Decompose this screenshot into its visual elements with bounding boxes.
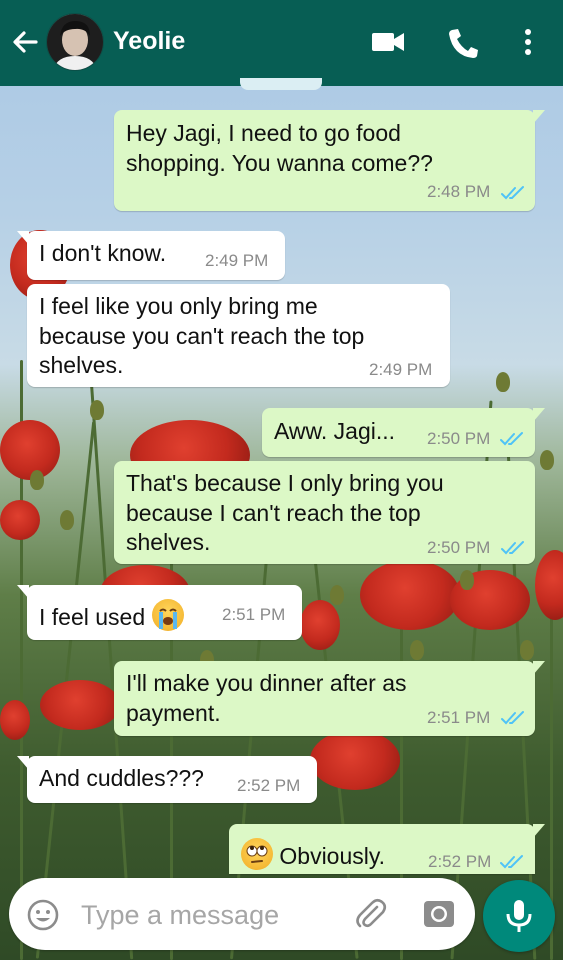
- message-bubble-incoming[interactable]: I feel used 2:51 PM: [17, 585, 302, 640]
- voice-call-button[interactable]: [443, 24, 483, 60]
- message-bubble-incoming[interactable]: I feel like you only bring me because yo…: [27, 284, 450, 387]
- message-composer: [9, 878, 475, 950]
- message-time: 2:52 PM: [428, 852, 492, 871]
- message-time: 2:49 PM: [205, 251, 269, 270]
- back-button[interactable]: [8, 22, 42, 62]
- message-text-line: And cuddles???: [39, 765, 204, 791]
- date-divider: [240, 78, 322, 90]
- voice-record-button[interactable]: [483, 880, 555, 952]
- message-time: 2:49 PM: [369, 360, 433, 379]
- message-time: 2:51 PM: [222, 605, 286, 624]
- message-bubble-outgoing[interactable]: Aww. Jagi... 2:50 PM: [262, 408, 545, 457]
- message-text-line: Aww. Jagi...: [274, 418, 396, 444]
- crying-face-emoji-icon: [151, 599, 184, 631]
- message-text-line: shelves.: [39, 352, 124, 378]
- message-time: 2:51 PM: [427, 708, 491, 727]
- message-text-line: shopping. You wanna come??: [126, 149, 433, 176]
- more-options-icon: [525, 29, 531, 55]
- read-receipt-icon: [501, 541, 524, 555]
- message-bubble-outgoing[interactable]: Hey Jagi, I need to go food shopping. Yo…: [114, 110, 545, 211]
- read-receipt-icon: [501, 711, 524, 725]
- more-options-button[interactable]: [508, 24, 538, 60]
- message-text-line: Obviously.: [279, 843, 386, 869]
- contact-name[interactable]: Yeolie: [113, 27, 185, 56]
- read-receipt-icon: [500, 432, 523, 446]
- read-receipt-icon: [500, 855, 523, 869]
- message-text-line: I feel used: [39, 604, 146, 630]
- attach-button[interactable]: [353, 897, 387, 936]
- message-bubble-outgoing[interactable]: I'll make you dinner after as payment. 2…: [114, 661, 545, 736]
- camera-icon: [424, 901, 454, 927]
- emoji-icon: [27, 899, 59, 931]
- back-arrow-icon: [13, 31, 38, 53]
- message-time: 2:52 PM: [237, 776, 301, 795]
- avatar-photo-icon: [47, 14, 103, 70]
- message-input[interactable]: [79, 896, 343, 934]
- video-call-icon: [372, 33, 404, 51]
- message-text-line: I feel like you only bring me: [39, 293, 318, 319]
- video-call-button[interactable]: [368, 24, 408, 60]
- microphone-icon: [506, 900, 532, 932]
- message-text-line: I don't know.: [39, 240, 167, 266]
- message-text-line: I'll make you dinner after as: [126, 670, 407, 696]
- message-time: 2:48 PM: [427, 182, 491, 201]
- message-text-line: because you can't reach the top: [39, 322, 365, 349]
- camera-button[interactable]: [421, 896, 457, 937]
- message-text-line: That's because I only bring you: [126, 470, 444, 496]
- message-time: 2:50 PM: [427, 538, 491, 557]
- message-time: 2:50 PM: [427, 429, 491, 448]
- attach-icon: [356, 898, 387, 928]
- message-bubble-outgoing[interactable]: Obviously. 2:52 PM: [229, 824, 545, 874]
- phone-call-icon: [449, 29, 478, 58]
- message-bubble-incoming[interactable]: I don't know. 2:49 PM: [17, 231, 285, 280]
- message-text-line: payment.: [126, 699, 221, 726]
- rolling-eyes-emoji-icon: [241, 838, 273, 870]
- message-bubble-incoming[interactable]: And cuddles??? 2:52 PM: [17, 756, 317, 803]
- read-receipt-icon: [501, 186, 524, 200]
- emoji-button[interactable]: [26, 898, 60, 937]
- contact-avatar[interactable]: [46, 13, 104, 71]
- chat-header: Yeolie: [0, 0, 563, 86]
- message-text-line: Hey Jagi, I need to go food: [126, 120, 401, 146]
- message-bubble-outgoing[interactable]: That's because I only bring you because …: [114, 461, 535, 564]
- message-text-line: shelves.: [126, 529, 211, 555]
- message-text-line: because I can't reach the top: [126, 499, 421, 526]
